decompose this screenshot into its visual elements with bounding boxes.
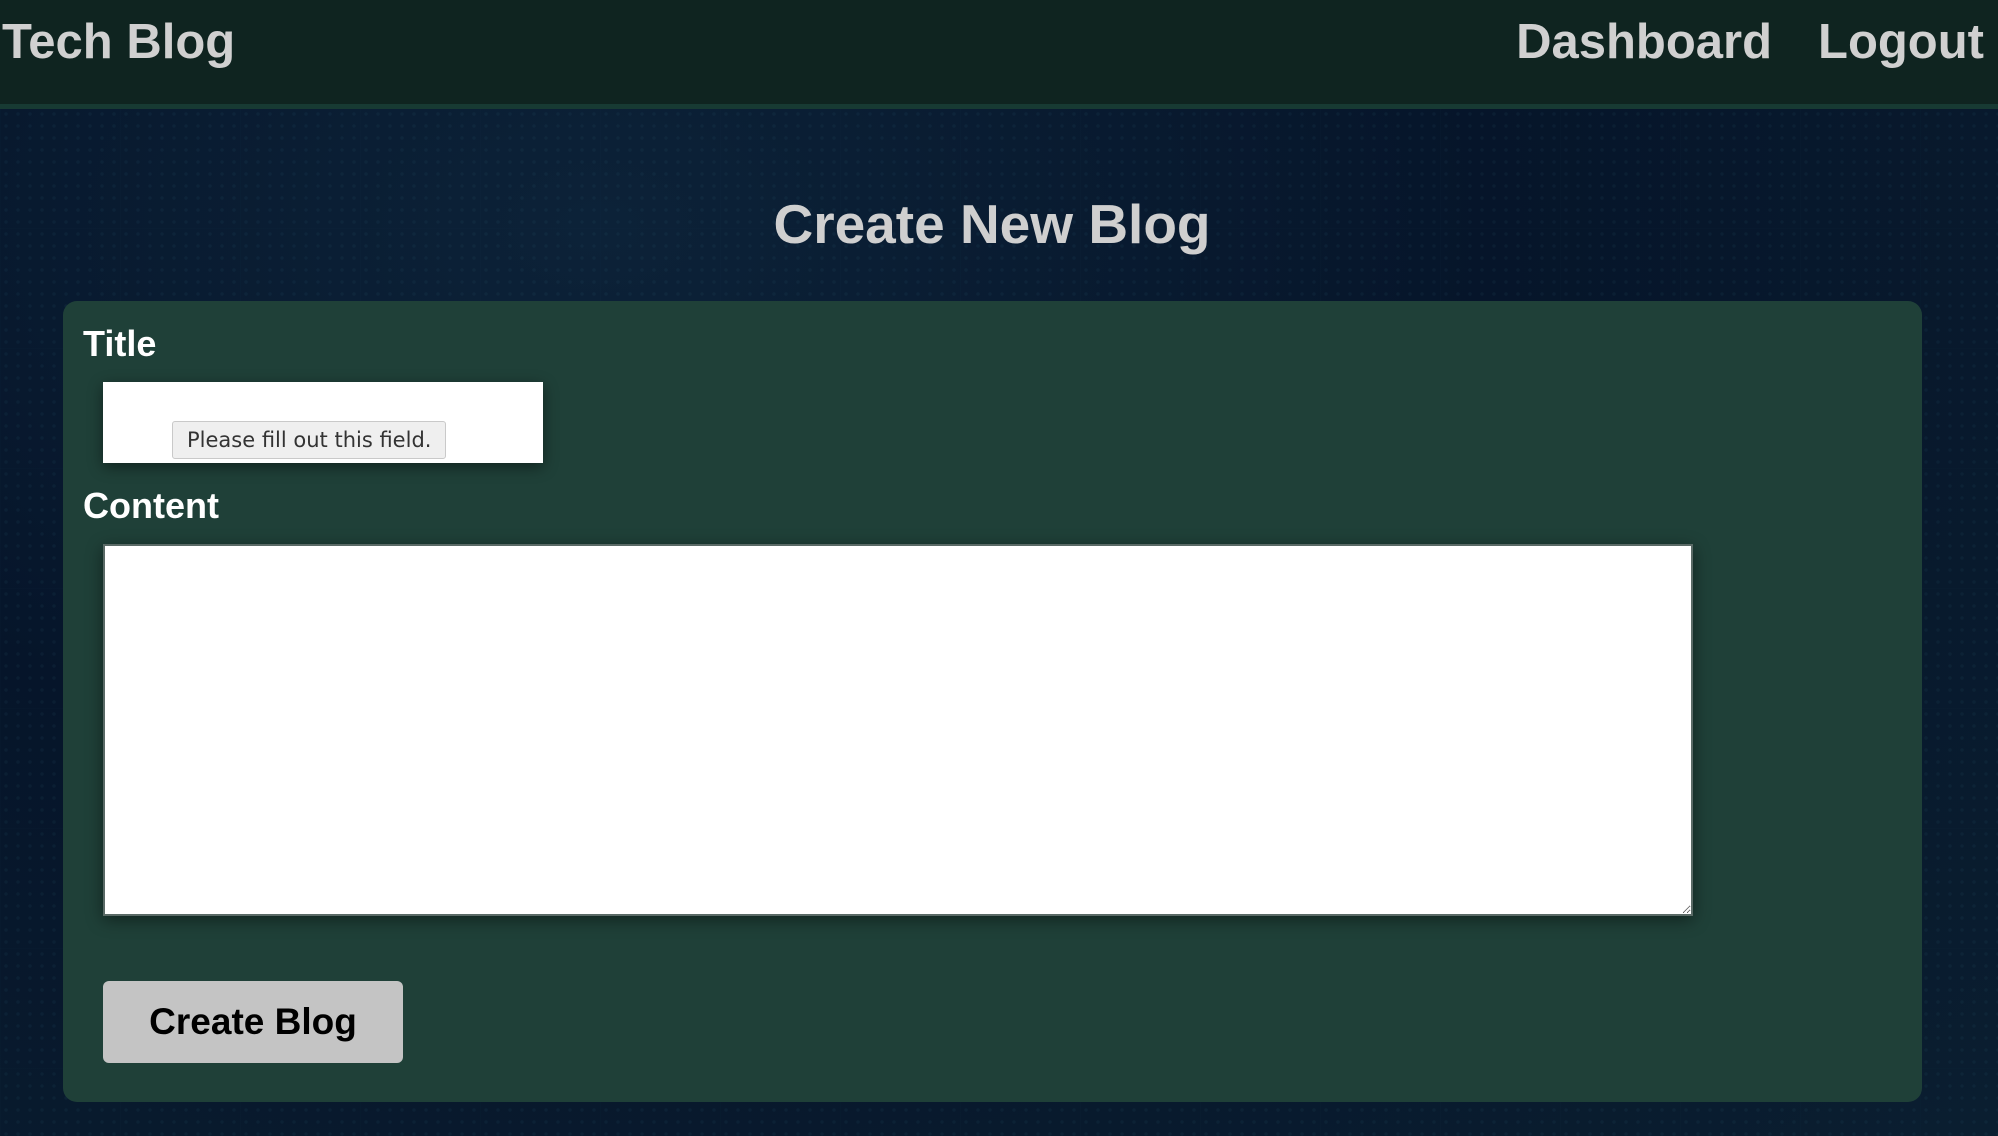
navbar: Tech Blog Dashboard Logout	[0, 0, 1998, 109]
nav-link-logout[interactable]: Logout	[1818, 14, 1984, 70]
title-label: Title	[83, 323, 157, 364]
page-title: Create New Blog	[773, 193, 1211, 255]
content-textarea[interactable]	[103, 544, 1693, 916]
create-blog-button[interactable]: Create Blog	[103, 981, 403, 1063]
create-blog-form: Title Please fill out this field. Conten…	[63, 301, 1922, 1102]
content-label: Content	[83, 485, 219, 526]
nav-links: Dashboard Logout	[1516, 14, 1984, 70]
brand-logo-link[interactable]: Tech Blog	[2, 14, 235, 70]
nav-link-dashboard[interactable]: Dashboard	[1516, 14, 1772, 70]
validation-tooltip: Please fill out this field.	[172, 421, 447, 459]
